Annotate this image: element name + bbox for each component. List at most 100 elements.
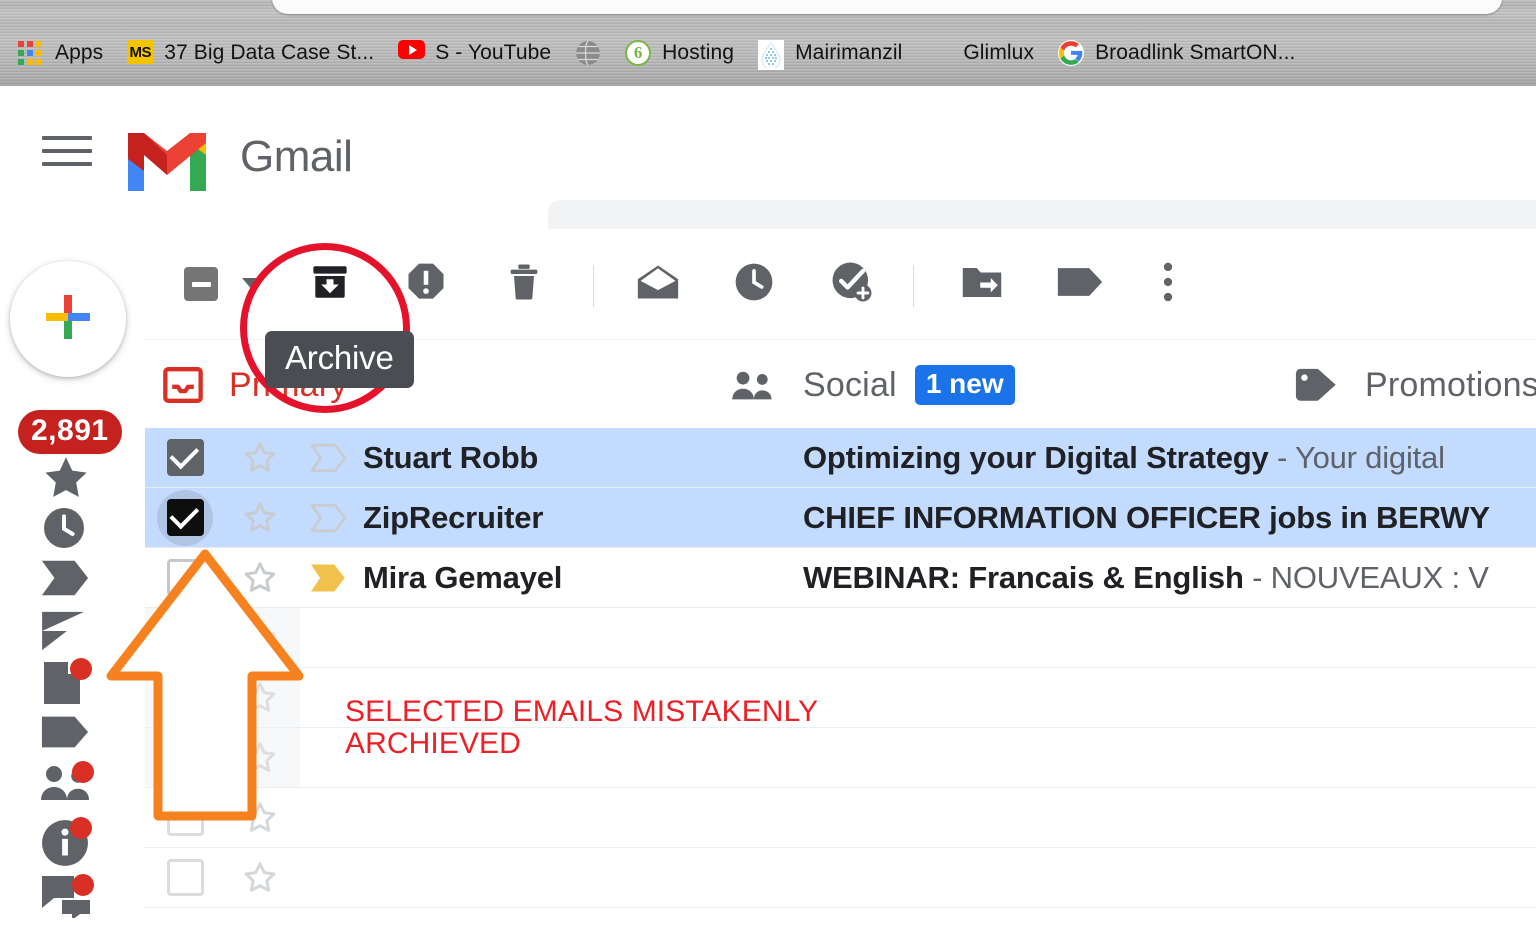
globe-icon (575, 40, 601, 66)
sidebar-item-important[interactable] (40, 558, 92, 610)
star-toggle[interactable] (225, 439, 295, 477)
bookmark-youtube[interactable]: S - YouTube (398, 33, 551, 73)
apps-grid-icon (18, 40, 44, 66)
sidebar-item-sent[interactable] (40, 610, 92, 662)
report-spam-button[interactable] (397, 255, 455, 313)
list-item[interactable] (145, 608, 1536, 668)
bookmark-broadlink-smarton[interactable]: Broadlink SmartON... (1058, 33, 1295, 73)
star-toggle[interactable] (225, 499, 295, 537)
sidebar-item-categories[interactable] (40, 714, 92, 766)
bookmark-label: Apps (55, 41, 104, 64)
email-subject-line: Optimizing your Digital Strategy - Your … (803, 440, 1445, 476)
email-sender: Mira Gemayel (363, 559, 563, 595)
bookmark-big-data-case-studies[interactable]: MS 37 Big Data Case St... (127, 33, 374, 73)
send-paper-plane-icon (40, 611, 90, 656)
table-row[interactable]: Stuart Robb Optimizing your Digital Stra… (145, 428, 1536, 488)
bookmark-label: 37 Big Data Case St... (164, 41, 375, 64)
star-toggle[interactable] (225, 859, 295, 897)
row-checkbox[interactable] (145, 859, 225, 896)
label-tag-icon (1056, 265, 1104, 304)
hamburger-menu-icon[interactable] (42, 131, 92, 171)
ms-yellow-icon: MS (127, 40, 154, 66)
email-subject: Optimizing your Digital Strategy (803, 439, 1269, 475)
archive-button[interactable] (301, 255, 359, 313)
gmail-wordmark: Gmail (240, 132, 353, 181)
sidebar-rail: 2,891 (0, 229, 145, 936)
three-dots-vertical-icon (1162, 262, 1174, 307)
people-group-icon (40, 766, 94, 806)
email-subject-line: WEBINAR: Francais & English - NOUVEAUX :… (803, 560, 1489, 596)
select-all-dropdown[interactable] (224, 255, 282, 313)
sidebar-item-updates[interactable] (40, 817, 92, 872)
forums-notification-dot (72, 874, 94, 896)
sidebar-item-drafts[interactable] (40, 658, 92, 712)
bookmark-label: Broadlink SmartON... (1095, 41, 1296, 64)
address-bar[interactable]: google.com/mail/u/0/#inbox (272, 0, 1502, 14)
tab-social[interactable]: Social 1 new (731, 354, 1015, 416)
list-item[interactable] (145, 848, 1536, 908)
chevron-down-icon (242, 277, 264, 291)
sidebar-item-forums[interactable] (40, 874, 94, 926)
star-toggle[interactable] (225, 799, 295, 837)
email-separator: - (1268, 439, 1295, 475)
toolbar-divider-2 (913, 265, 914, 307)
star-toggle[interactable] (225, 559, 295, 597)
bookmark-mairimanzil[interactable]: Mairimanzil (758, 33, 902, 73)
add-to-tasks-button[interactable] (823, 255, 881, 313)
compose-plus-icon (38, 287, 98, 352)
row-checkbox[interactable] (145, 489, 225, 546)
mark-as-read-button[interactable] (629, 255, 687, 313)
move-to-button[interactable] (953, 255, 1011, 313)
clock-icon (733, 261, 775, 308)
delete-button[interactable] (495, 255, 553, 313)
sidebar-item-starred[interactable] (40, 452, 92, 504)
bookmark-label: Hosting (662, 41, 735, 64)
importance-marker-toggle[interactable] (295, 443, 363, 473)
checkbox-checked-icon (166, 439, 204, 476)
table-row[interactable]: ZipRecruiter CHIEF INFORMATION OFFICER j… (145, 488, 1536, 548)
inbox-tray-icon (163, 367, 203, 403)
email-subject: WEBINAR: Francais & English (803, 559, 1244, 595)
info-circle-icon (40, 820, 90, 872)
snooze-button[interactable] (725, 255, 783, 313)
select-all-checkbox[interactable] (172, 255, 230, 313)
importance-marker-toggle[interactable] (295, 503, 363, 533)
label-tag-icon (40, 716, 90, 754)
sidebar-item-snoozed[interactable] (40, 504, 92, 556)
checkbox-unchecked-icon (166, 859, 204, 896)
bookmark-hosting[interactable]: 6 Hosting (625, 33, 734, 73)
bookmark-globe[interactable] (575, 33, 601, 73)
screenshot-root: google.com/mail/u/0/#inbox Apps MS 37 Bi… (0, 0, 1536, 936)
chat-bubbles-icon (40, 876, 92, 922)
row-checkbox[interactable] (145, 439, 225, 476)
list-item[interactable] (145, 668, 1536, 728)
labels-button[interactable] (1051, 255, 1109, 313)
tab-promotions-label: Promotions (1365, 365, 1536, 404)
tab-promotions[interactable]: Promotions (1293, 354, 1536, 416)
compose-button[interactable] (10, 261, 126, 377)
bookmark-glimlux[interactable]: Glimlux (926, 33, 1034, 73)
email-separator: - (1243, 559, 1271, 595)
star-toggle[interactable] (225, 679, 295, 717)
bookmarks-bar: Apps MS 37 Big Data Case St... S - YouTu… (0, 26, 1536, 80)
label-tag-icon (1293, 367, 1339, 403)
star-toggle[interactable] (225, 739, 295, 777)
more-options-button[interactable] (1139, 255, 1197, 313)
email-snippet: Your digital (1294, 439, 1445, 475)
table-row[interactable]: Mira Gemayel WEBINAR: Francais & English… (145, 548, 1536, 608)
list-item[interactable] (145, 788, 1536, 848)
trash-can-icon (504, 261, 544, 308)
list-item[interactable] (145, 728, 1536, 788)
row-checkbox[interactable] (145, 559, 225, 596)
sidebar-item-social[interactable] (40, 761, 94, 814)
report-spam-octagon-icon (405, 261, 447, 308)
email-subject-line: CHIEF INFORMATION OFFICER jobs in BERWY (803, 500, 1490, 536)
select-all-indeterminate-checkbox (184, 267, 218, 301)
bookmark-apps[interactable]: Apps (18, 33, 103, 73)
toolbar-divider-1 (593, 265, 594, 307)
important-marker-icon (40, 560, 90, 602)
email-sender: Stuart Robb (363, 439, 539, 475)
importance-marker-toggle[interactable] (295, 563, 363, 593)
star-toggle[interactable] (225, 619, 295, 657)
row-checkbox[interactable] (145, 799, 225, 836)
